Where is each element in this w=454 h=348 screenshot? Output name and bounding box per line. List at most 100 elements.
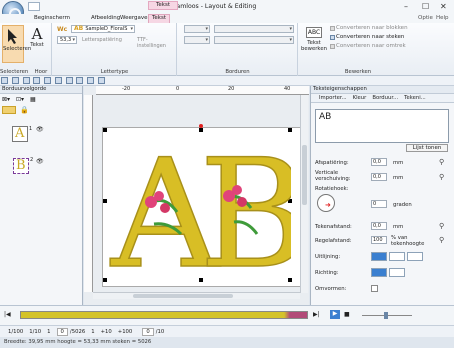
menu-optie[interactable]: Optie <box>418 15 433 21</box>
fill-type-select[interactable] <box>184 36 210 44</box>
eye-icon-2[interactable]: 👁 <box>36 158 44 165</box>
pin-icon-3[interactable]: ⚲ <box>439 222 444 230</box>
move-icon[interactable]: ▦ <box>30 96 36 103</box>
rotation-dial[interactable]: ➜ <box>317 194 335 212</box>
step-forward-100[interactable]: +100 <box>118 329 133 335</box>
rotation-input[interactable]: 0 <box>371 200 387 208</box>
embroidery-button[interactable]: Borduur... <box>372 95 398 101</box>
sort-icon[interactable]: ⊠▾ <box>2 96 10 103</box>
undo-icon[interactable] <box>33 77 41 84</box>
help-icon[interactable] <box>97 77 105 84</box>
speed-slider[interactable] <box>362 312 412 319</box>
speed-slider-thumb[interactable] <box>384 312 388 319</box>
convert-stitches-button[interactable]: Converteren naar steken <box>329 34 404 40</box>
resize-handle-br[interactable] <box>288 278 292 282</box>
stop-button[interactable]: ■ <box>344 311 350 318</box>
order-object-b[interactable]: B <box>13 158 29 174</box>
prop-omvormen-label: Omvormen: <box>315 286 347 292</box>
embroidery-order-title: Borduurvolgorde <box>0 86 82 94</box>
tekenafstand-input[interactable]: 0,0 <box>371 222 387 230</box>
vertical-scroll-thumb[interactable] <box>302 145 307 205</box>
font-size-input[interactable]: 53,3 <box>57 36 77 44</box>
font-name-select[interactable]: AB SampleD_FloralS <box>71 25 135 33</box>
text-edit-button[interactable]: ABC Tekst bewerken <box>301 25 327 59</box>
open-file-icon[interactable] <box>11 77 19 84</box>
color-position-input[interactable]: 0 <box>142 327 154 336</box>
new-file-icon[interactable] <box>1 77 8 84</box>
align-center-button[interactable] <box>389 252 405 261</box>
step-back-1[interactable]: 1 <box>47 329 50 335</box>
omvormen-checkbox[interactable] <box>371 285 378 292</box>
rotate-handle[interactable] <box>199 124 203 128</box>
settings-icon[interactable] <box>87 77 94 84</box>
show-list-button[interactable]: Lijst tonen <box>406 144 448 152</box>
resize-handle-b[interactable] <box>199 278 203 282</box>
text-tool-button[interactable]: A Tekst <box>26 25 48 63</box>
color-button[interactable]: Kleur <box>353 95 367 101</box>
quick-save-icon[interactable] <box>28 2 40 11</box>
text-input[interactable]: AB <box>315 109 449 143</box>
select-tool-button[interactable]: Selecteren <box>2 25 31 63</box>
step-back-100[interactable]: 1/100 <box>8 329 23 335</box>
resize-handle-l[interactable] <box>103 199 107 203</box>
regelafstand-input[interactable]: 100 <box>371 236 387 244</box>
eye-icon[interactable]: 👁 <box>36 126 44 133</box>
step-back-10[interactable]: 1/10 <box>29 329 41 335</box>
fill-pattern-select[interactable] <box>214 36 294 44</box>
afspatiering-input[interactable]: 0,0 <box>371 158 387 166</box>
resize-handle-tl[interactable] <box>103 128 107 132</box>
stitch-progress-bar[interactable] <box>20 311 308 319</box>
canvas-horizontal-scrollbar[interactable] <box>93 292 300 299</box>
resize-handle-t[interactable] <box>199 128 203 132</box>
horizontal-scroll-thumb[interactable] <box>133 294 233 298</box>
align-left-button[interactable] <box>371 252 387 261</box>
letterspacing-button[interactable]: Letterspatiëring <box>82 37 122 43</box>
pin-icon-4[interactable]: ⚲ <box>439 236 444 244</box>
tab-beginscherm[interactable]: Beginscherm <box>34 15 70 21</box>
timeline-prev-button[interactable]: |◀ <box>4 311 11 318</box>
stitch-type-select[interactable] <box>184 25 210 33</box>
prop-regelafstand-label: Regelafstand: <box>315 238 352 244</box>
maximize-button[interactable]: ☐ <box>422 2 429 11</box>
drawing-button[interactable]: Tekeni... <box>404 95 426 101</box>
view-icon[interactable] <box>76 77 84 84</box>
align-right-button[interactable] <box>407 252 423 261</box>
menu-help[interactable]: Help <box>436 15 449 21</box>
stitch-position-input[interactable]: 0 <box>56 327 68 336</box>
design-page[interactable]: A B <box>102 124 307 287</box>
text-properties-title: Teksteigenschappen <box>311 86 454 94</box>
redo-icon[interactable] <box>44 77 51 84</box>
step-forward-1[interactable]: 1 <box>91 329 94 335</box>
cursor-arrow-icon <box>8 29 17 44</box>
hoop-icon[interactable] <box>54 77 62 84</box>
context-tab-group-label: Tekst <box>148 1 178 10</box>
vertical-shift-input[interactable]: 0,0 <box>371 173 387 181</box>
resize-handle-tr[interactable] <box>288 128 292 132</box>
direction-vertical-button[interactable] <box>389 268 405 277</box>
tab-tekst[interactable]: Tekst <box>148 14 171 23</box>
tab-afbeelding[interactable]: Afbeelding <box>91 15 120 21</box>
stitch-pattern-select[interactable] <box>214 25 294 33</box>
save-file-icon[interactable] <box>22 77 30 84</box>
minimize-button[interactable]: – <box>404 2 408 11</box>
order-object-a[interactable]: A <box>12 126 28 142</box>
grid-icon[interactable] <box>65 77 73 84</box>
order-object-b-num: 2 <box>30 157 34 163</box>
color-folder-icon[interactable] <box>2 106 16 114</box>
tab-weergave[interactable]: Weergave <box>120 15 148 21</box>
play-button[interactable]: ▶ <box>330 310 340 319</box>
step-forward-10[interactable]: +10 <box>101 329 112 335</box>
group-icon[interactable]: ⊡▾ <box>16 96 24 103</box>
resize-handle-bl[interactable] <box>103 278 107 282</box>
close-button[interactable]: ✕ <box>440 2 447 11</box>
canvas-vertical-scrollbar[interactable] <box>300 95 308 293</box>
import-button[interactable]: Importer... <box>319 95 347 101</box>
lock-icon[interactable]: 🔒 <box>20 106 30 114</box>
timeline-next-button[interactable]: ▶| <box>313 311 320 318</box>
convert-blocks-button[interactable]: Converteren naar blokken <box>329 25 408 31</box>
pin-icon[interactable]: ⚲ <box>439 158 444 166</box>
pin-icon-2[interactable]: ⚲ <box>439 173 444 181</box>
ttf-settings-button[interactable]: TTF-instellingen <box>137 37 176 49</box>
direction-horizontal-button[interactable] <box>371 268 387 277</box>
convert-outline-button[interactable]: Converteren naar omtrek <box>329 43 406 49</box>
